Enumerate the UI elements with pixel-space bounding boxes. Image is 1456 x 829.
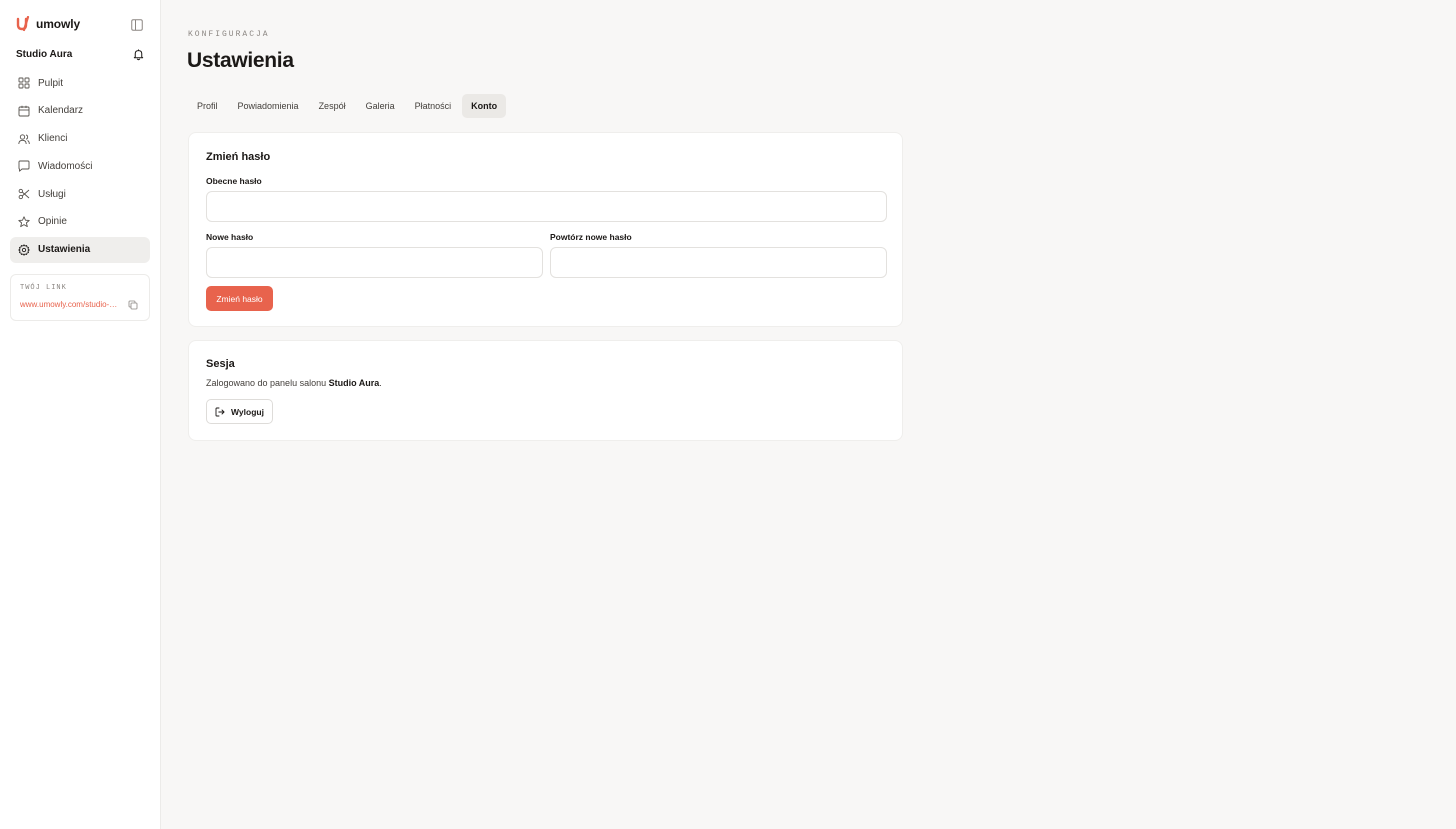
new-password-input[interactable] [206, 247, 543, 278]
sidebar-item-label: Opinie [38, 216, 67, 228]
session-text-prefix: Zalogowano do panelu salonu [206, 378, 329, 388]
repeat-password-input[interactable] [550, 247, 887, 278]
sidebar-item-wiadomosci[interactable]: Wiadomości [10, 153, 150, 179]
brand-name: umowly [36, 17, 81, 31]
tab-galeria[interactable]: Galeria [357, 94, 404, 118]
change-password-title: Zmień hasło [206, 151, 271, 163]
gear-icon [18, 244, 30, 256]
public-link-box: TWÓJ LINK www.umowly.com/studio-aura [10, 274, 150, 321]
sidebar-item-uslugi[interactable]: Usługi [10, 181, 150, 207]
new-password-label: Nowe hasło [206, 232, 254, 242]
sidebar-nav: Pulpit Kalendarz Klienci Wiadomości Usłu… [10, 70, 150, 265]
session-card: Sesja Zalogowano do panelu salonu Studio… [188, 340, 903, 441]
tab-profil[interactable]: Profil [188, 94, 227, 118]
repeat-password-label: Powtórz nowe hasło [550, 232, 632, 242]
tab-zespol[interactable]: Zespół [310, 94, 355, 118]
dashboard-icon [18, 77, 30, 89]
page-eyebrow: KONFIGURACJA [188, 30, 270, 39]
current-password-input[interactable] [206, 191, 887, 222]
session-title: Sesja [206, 358, 235, 370]
sidebar-item-label: Usługi [38, 188, 66, 200]
studio-name: Studio Aura [16, 48, 73, 60]
users-icon [18, 133, 30, 144]
logout-button[interactable]: Wyloguj [206, 399, 273, 424]
change-password-button[interactable]: Zmień hasło [206, 286, 273, 311]
tab-powiadomienia[interactable]: Powiadomienia [229, 94, 308, 118]
tab-platnosci[interactable]: Płatności [406, 94, 461, 118]
public-link-url[interactable]: www.umowly.com/studio-aura [20, 300, 120, 309]
sidebar-item-label: Klienci [38, 133, 68, 145]
scissors-icon [18, 189, 30, 200]
current-password-label: Obecne hasło [206, 176, 262, 186]
sidebar-toggle-icon[interactable] [131, 19, 143, 31]
copy-icon[interactable] [128, 300, 138, 310]
studio-switcher: Studio Aura [16, 47, 145, 61]
session-salon-name: Studio Aura [328, 378, 380, 388]
brand[interactable]: umowly [16, 16, 80, 32]
sidebar-item-label: Ustawienia [38, 244, 91, 256]
sidebar-item-ustawienia[interactable]: Ustawienia [10, 236, 150, 263]
umowly-logo-icon [16, 16, 30, 32]
sidebar-item-pulpit[interactable]: Pulpit [10, 70, 150, 96]
sidebar-item-label: Wiadomości [38, 160, 93, 172]
change-password-card: Zmień hasło Obecne hasło Nowe hasło Powt… [188, 132, 903, 327]
logout-icon [215, 407, 225, 416]
star-icon [18, 216, 30, 228]
page-title: Ustawienia [187, 49, 294, 72]
settings-tabs: Profil Powiadomienia Zespół Galeria Płat… [188, 94, 507, 118]
bell-icon[interactable] [132, 48, 145, 61]
sidebar-item-klienci[interactable]: Klienci [10, 126, 150, 152]
logout-label: Wyloguj [231, 406, 264, 417]
session-text-suffix: . [379, 378, 382, 388]
sidebar-item-kalendarz[interactable]: Kalendarz [10, 98, 150, 124]
tab-konto[interactable]: Konto [462, 94, 507, 118]
sidebar: umowly Studio Aura Pulpit Kalendarz Klie… [0, 0, 161, 829]
sidebar-item-label: Pulpit [38, 77, 64, 89]
sidebar-item-label: Kalendarz [38, 105, 84, 117]
public-link-label: TWÓJ LINK [20, 284, 67, 292]
sidebar-item-opinie[interactable]: Opinie [10, 209, 150, 235]
message-icon [18, 160, 30, 173]
calendar-icon [18, 105, 30, 117]
session-info: Zalogowano do panelu salonu Studio Aura. [206, 378, 382, 388]
